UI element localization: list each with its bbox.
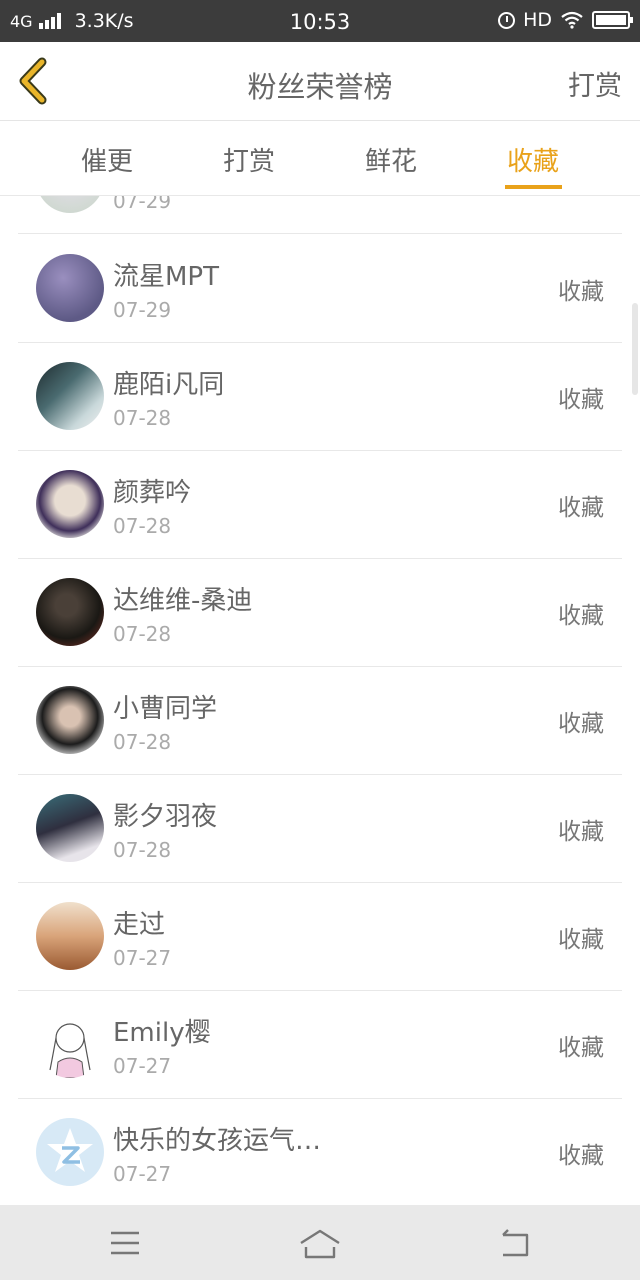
item-action: 收藏 <box>558 819 604 845</box>
avatar <box>36 902 104 970</box>
item-action: 收藏 <box>558 495 604 521</box>
battery-icon <box>592 11 633 29</box>
item-name: 鹿陌i凡同 <box>113 370 225 400</box>
list-item[interactable]: 快乐的女孩运气… 07-27 收藏 <box>18 1098 622 1205</box>
back-icon[interactable] <box>495 1223 535 1263</box>
system-nav-bar <box>0 1205 640 1280</box>
item-name: 小曹同学 <box>113 694 218 724</box>
alarm-icon <box>498 11 516 29</box>
avatar <box>36 578 104 646</box>
wifi-icon <box>561 11 583 29</box>
item-date: 07-27 <box>113 1162 172 1186</box>
list-item[interactable]: Emily樱 07-27 收藏 <box>18 990 622 1099</box>
list-item[interactable]: 07-29 <box>18 196 622 234</box>
item-date: 07-28 <box>113 622 172 646</box>
item-date: 07-27 <box>113 1054 172 1078</box>
item-name: 走过 <box>113 910 166 940</box>
item-action: 收藏 <box>558 1143 604 1169</box>
item-action: 收藏 <box>558 1035 604 1061</box>
fan-list: 07-29 流星MPT 07-29 收藏 鹿陌i凡同 07-28 收藏 颜葬吟 … <box>0 196 640 1205</box>
tab-flowers[interactable]: 鲜花 <box>331 141 451 178</box>
item-date: 07-28 <box>113 514 172 538</box>
tab-reward[interactable]: 打赏 <box>189 141 309 178</box>
list-item[interactable]: 颜葬吟 07-28 收藏 <box>18 450 622 559</box>
status-bar: 4G 3.3K/s 10:53 HD <box>0 0 640 42</box>
item-date: 07-29 <box>113 196 172 213</box>
avatar <box>36 686 104 754</box>
item-name: 快乐的女孩运气… <box>113 1126 322 1156</box>
item-action: 收藏 <box>558 387 604 413</box>
hd-indicator: HD <box>523 9 552 31</box>
item-action: 收藏 <box>558 279 604 305</box>
avatar <box>36 1010 104 1078</box>
active-tab-indicator <box>505 185 562 189</box>
list-item[interactable]: 流星MPT 07-29 收藏 <box>18 234 622 343</box>
page-title: 粉丝荣誉榜 <box>247 70 393 104</box>
list-item[interactable]: 影夕羽夜 07-28 收藏 <box>18 774 622 883</box>
item-date: 07-27 <box>113 946 172 970</box>
item-action: 收藏 <box>558 711 604 737</box>
avatar <box>36 254 104 322</box>
tab-urge[interactable]: 催更 <box>47 141 167 178</box>
item-name: Emily樱 <box>113 1018 211 1048</box>
item-name: 颜葬吟 <box>113 478 192 508</box>
item-date: 07-28 <box>113 838 172 862</box>
item-date: 07-28 <box>113 730 172 754</box>
avatar <box>36 470 104 538</box>
item-name: 达维维-桑迪 <box>113 586 253 616</box>
avatar <box>36 794 104 862</box>
item-date: 07-29 <box>113 298 172 322</box>
status-right: HD <box>498 9 633 31</box>
list-item[interactable]: 小曹同学 07-28 收藏 <box>18 666 622 775</box>
scrollbar[interactable] <box>632 303 638 395</box>
avatar <box>36 1118 104 1186</box>
list-item[interactable]: 走过 07-27 收藏 <box>18 882 622 991</box>
item-date: 07-28 <box>113 406 172 430</box>
home-icon[interactable] <box>298 1223 342 1263</box>
avatar <box>36 362 104 430</box>
item-action: 收藏 <box>558 603 604 629</box>
tab-favorites[interactable]: 收藏 <box>473 141 593 178</box>
item-name: 影夕羽夜 <box>113 802 218 832</box>
list-item[interactable]: 鹿陌i凡同 07-28 收藏 <box>18 342 622 451</box>
menu-icon[interactable] <box>105 1223 145 1263</box>
app-header: 粉丝荣誉榜 打赏 <box>0 42 640 121</box>
item-name: 流星MPT <box>113 262 219 292</box>
reward-button[interactable]: 打赏 <box>568 64 622 103</box>
avatar <box>36 196 104 213</box>
item-action: 收藏 <box>558 927 604 953</box>
list-item[interactable]: 达维维-桑迪 07-28 收藏 <box>18 558 622 667</box>
